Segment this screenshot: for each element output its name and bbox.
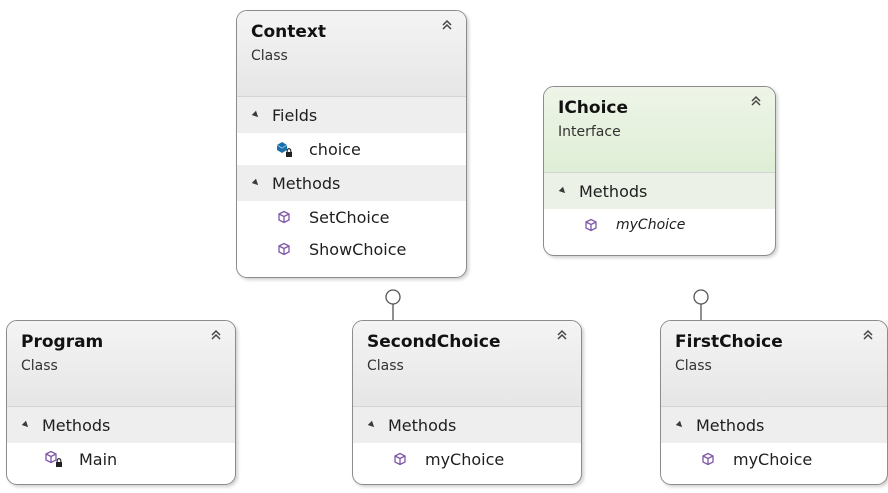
- class-kind: Class: [251, 48, 288, 64]
- member-label: myChoice: [733, 449, 813, 469]
- expand-triangle-icon: [558, 186, 568, 196]
- section-methods[interactable]: Methods: [7, 407, 235, 443]
- section-methods[interactable]: Methods: [353, 407, 581, 443]
- private-method-icon: [45, 450, 63, 468]
- method-icon: [699, 450, 717, 468]
- section-label: Methods: [272, 173, 341, 193]
- expand-triangle-icon: [367, 420, 377, 430]
- member-label: myChoice: [616, 217, 686, 233]
- method-icon: [391, 450, 409, 468]
- member-label: choice: [309, 139, 361, 159]
- lollipop-second-choice: [385, 289, 401, 320]
- class-title: Context: [251, 22, 327, 42]
- private-field-icon: [275, 140, 293, 158]
- member-method[interactable]: myChoice: [661, 443, 887, 475]
- double-chevron-up-icon[interactable]: [554, 327, 570, 343]
- interface-ichoice[interactable]: IChoice Interface Methods myChoice: [543, 86, 776, 256]
- class-header[interactable]: FirstChoice Class: [661, 321, 887, 407]
- section-label: Fields: [272, 105, 318, 125]
- section-label: Methods: [42, 415, 111, 435]
- section-methods[interactable]: Methods: [661, 407, 887, 443]
- class-first-choice[interactable]: FirstChoice Class Methods myChoice: [660, 320, 888, 485]
- class-second-choice[interactable]: SecondChoice Class Methods myChoice: [352, 320, 582, 485]
- expand-triangle-icon: [675, 420, 685, 430]
- double-chevron-up-icon[interactable]: [208, 327, 224, 343]
- section-methods[interactable]: Methods: [237, 165, 466, 201]
- member-method[interactable]: SetChoice: [237, 201, 466, 233]
- member-method[interactable]: ShowChoice: [237, 233, 466, 265]
- member-label: myChoice: [425, 449, 505, 469]
- lollipop-first-choice: [693, 289, 709, 320]
- method-icon: [582, 216, 600, 234]
- expand-triangle-icon: [251, 110, 261, 120]
- interface-lollipop-icon: [693, 289, 709, 305]
- class-header[interactable]: SecondChoice Class: [353, 321, 581, 407]
- interface-lollipop-icon: [385, 289, 401, 305]
- double-chevron-up-icon[interactable]: [439, 17, 455, 33]
- method-icon: [275, 208, 293, 226]
- section-label: Methods: [388, 415, 457, 435]
- method-icon: [275, 240, 293, 258]
- class-kind: Class: [367, 358, 404, 374]
- expand-triangle-icon: [251, 178, 261, 188]
- member-method[interactable]: Main: [7, 443, 235, 475]
- member-method[interactable]: myChoice: [544, 209, 775, 241]
- section-label: Methods: [579, 181, 648, 201]
- expand-triangle-icon: [21, 420, 31, 430]
- class-context[interactable]: Context Class Fields choice Methods SetC…: [236, 10, 467, 278]
- member-field[interactable]: choice: [237, 133, 466, 165]
- class-kind: Interface: [558, 124, 621, 140]
- class-title: Program: [21, 332, 104, 352]
- class-kind: Class: [675, 358, 712, 374]
- member-label: SetChoice: [309, 207, 390, 227]
- section-fields[interactable]: Fields: [237, 97, 466, 133]
- section-label: Methods: [696, 415, 765, 435]
- class-title: SecondChoice: [367, 332, 501, 352]
- member-label: ShowChoice: [309, 239, 407, 259]
- member-method[interactable]: myChoice: [353, 443, 581, 475]
- double-chevron-up-icon[interactable]: [748, 93, 764, 109]
- class-program[interactable]: Program Class Methods Main: [6, 320, 236, 485]
- class-header[interactable]: Context Class: [237, 11, 466, 97]
- double-chevron-up-icon[interactable]: [860, 327, 876, 343]
- class-kind: Class: [21, 358, 58, 374]
- class-header[interactable]: Program Class: [7, 321, 235, 407]
- member-label: Main: [79, 449, 118, 469]
- section-methods[interactable]: Methods: [544, 173, 775, 209]
- class-header[interactable]: IChoice Interface: [544, 87, 775, 173]
- class-title: IChoice: [558, 98, 629, 118]
- class-title: FirstChoice: [675, 332, 783, 352]
